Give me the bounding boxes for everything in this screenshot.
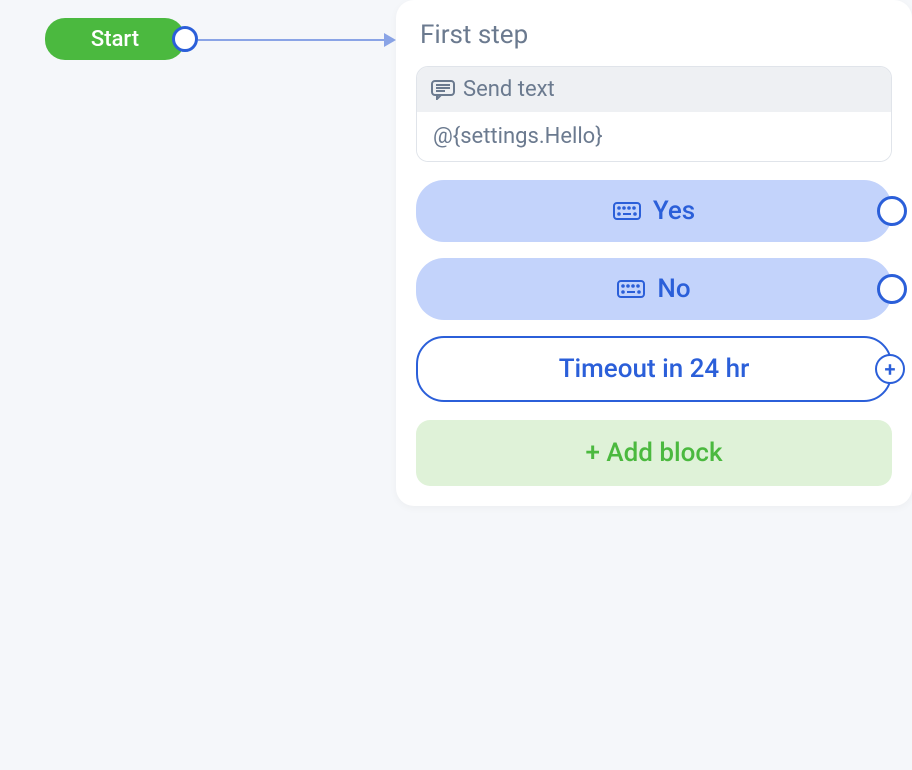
option-no-port[interactable]: [877, 274, 907, 304]
option-yes-port[interactable]: [877, 196, 907, 226]
option-no-label: No: [657, 274, 690, 304]
send-text-body[interactable]: @{settings.Hello}: [417, 112, 891, 161]
step-title: First step: [420, 20, 892, 50]
keyboard-icon: [617, 280, 645, 298]
option-yes-label: Yes: [653, 196, 695, 226]
start-node[interactable]: Start: [45, 18, 185, 60]
step-card[interactable]: First step Send text @{settings.Hello} Y: [396, 0, 912, 506]
send-text-header-label: Send text: [463, 77, 555, 102]
timeout-label: Timeout in 24 hr: [559, 354, 750, 384]
send-text-header: Send text: [417, 67, 891, 112]
add-block-label: + Add block: [585, 438, 722, 468]
option-no-button[interactable]: No: [416, 258, 892, 320]
send-text-block[interactable]: Send text @{settings.Hello}: [416, 66, 892, 162]
add-block-button[interactable]: + Add block: [416, 420, 892, 486]
keyboard-icon: [613, 202, 641, 220]
start-output-port[interactable]: [172, 26, 198, 52]
start-label: Start: [91, 27, 139, 52]
option-yes-button[interactable]: Yes: [416, 180, 892, 242]
connector-arrow: [198, 38, 396, 46]
chat-icon: [431, 80, 455, 100]
timeout-button[interactable]: Timeout in 24 hr +: [416, 336, 892, 402]
timeout-add-port[interactable]: +: [875, 354, 905, 384]
